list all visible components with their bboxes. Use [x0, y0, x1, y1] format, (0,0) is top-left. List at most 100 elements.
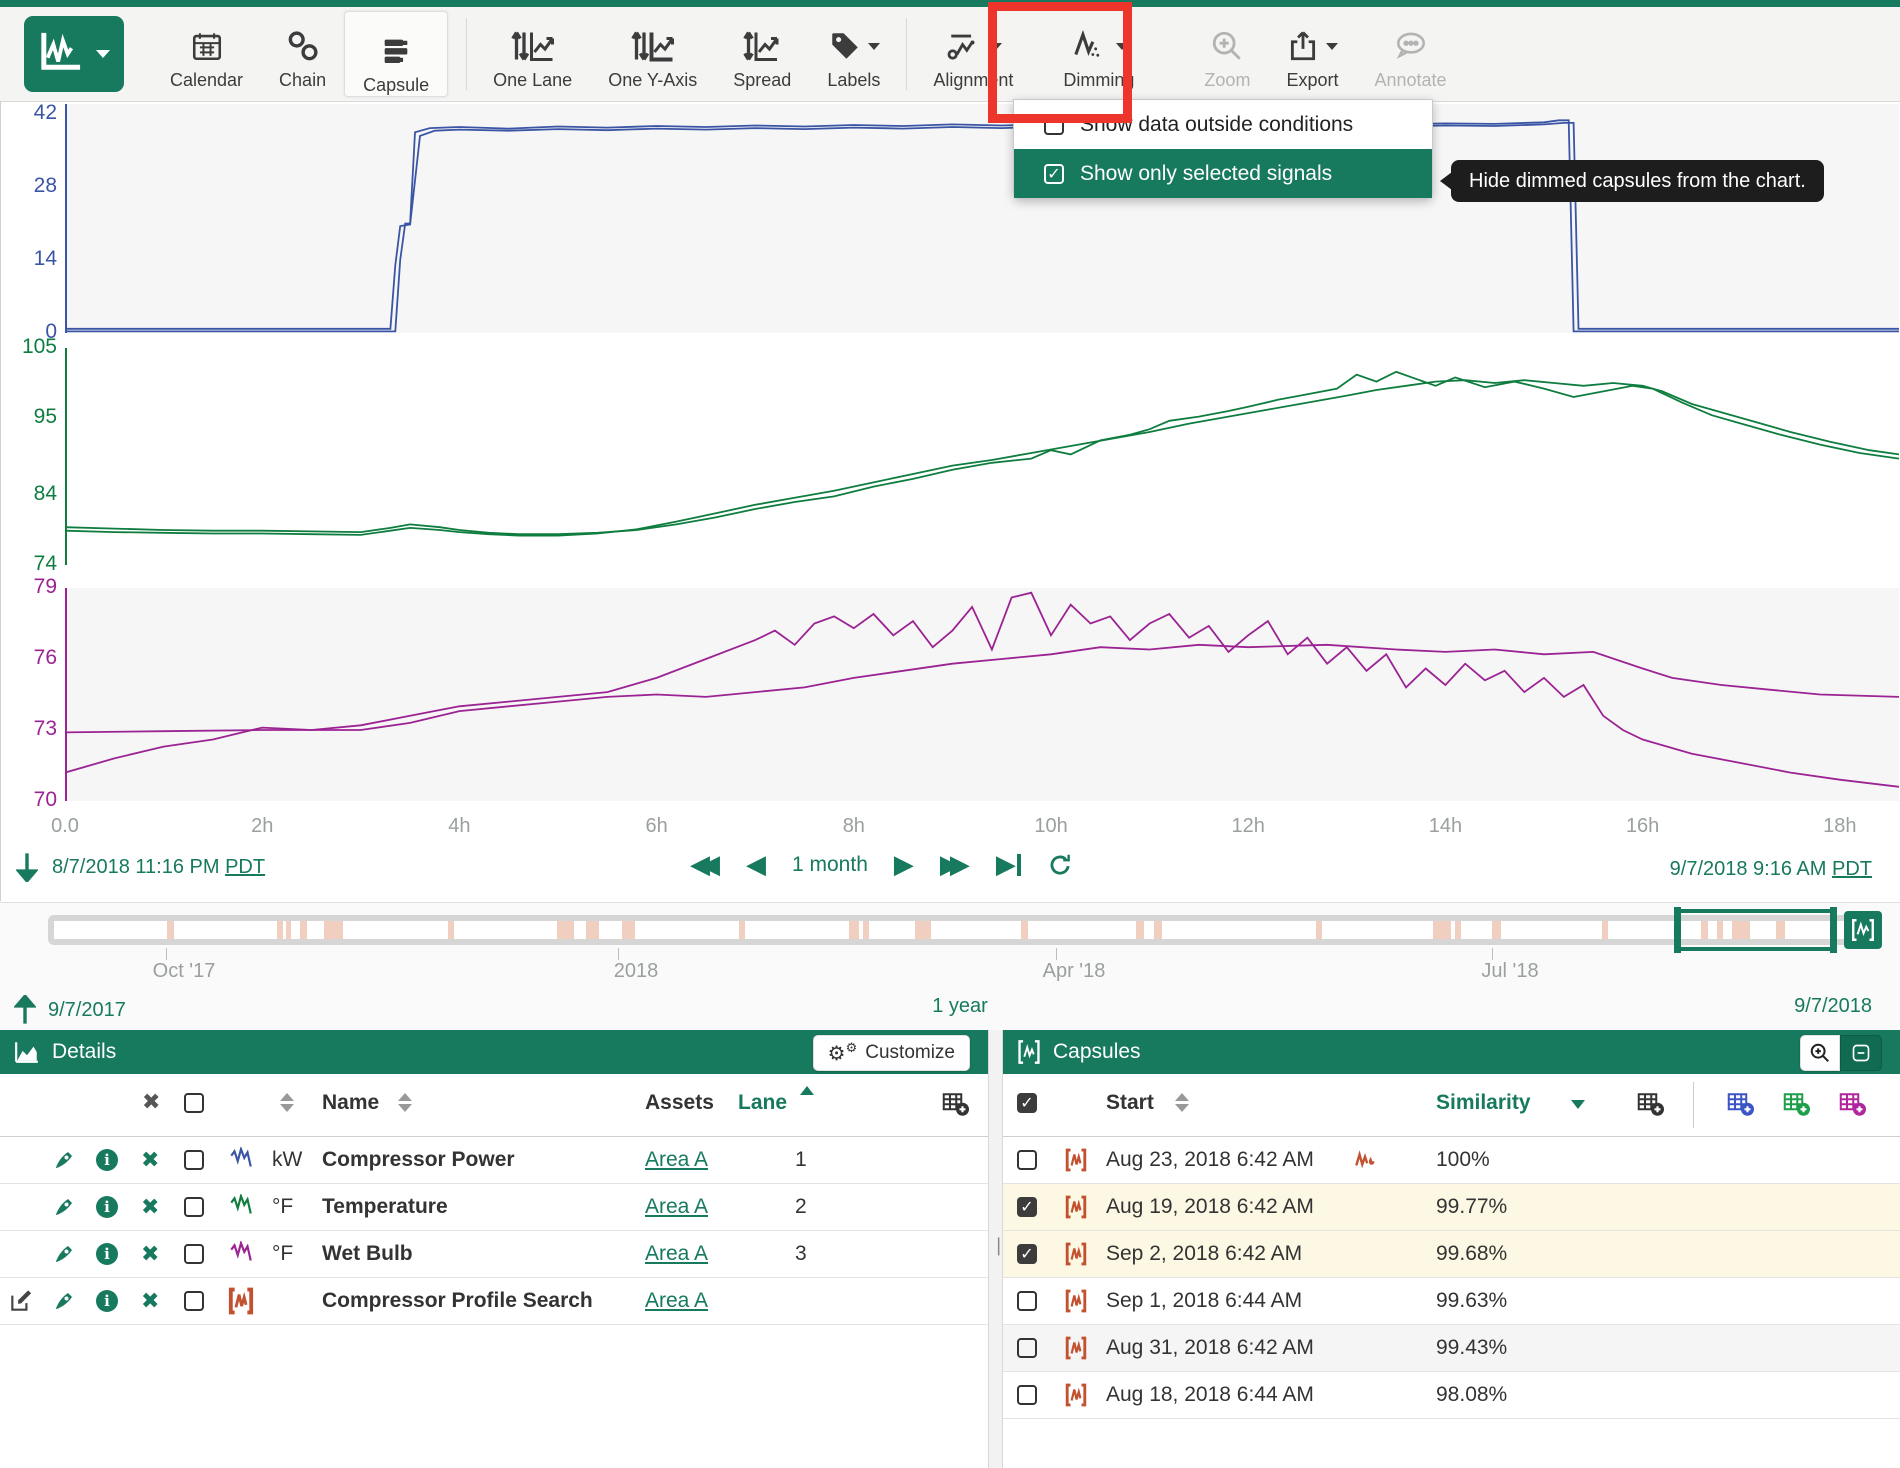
investigate-duration-label[interactable]: 1 year: [900, 995, 1020, 1018]
remove-icon[interactable]: ✖: [141, 1184, 159, 1230]
trend-jump-icon[interactable]: [52, 1137, 76, 1183]
column-name-label[interactable]: Name: [322, 1091, 379, 1115]
capsule-checkbox[interactable]: [1017, 1278, 1037, 1324]
step-back-button[interactable]: ◀: [746, 852, 766, 878]
checked-checkbox[interactable]: ✓: [1044, 164, 1064, 184]
row-checkbox[interactable]: [184, 1137, 204, 1183]
row-checkbox[interactable]: [184, 1231, 204, 1277]
capsule-row-2[interactable]: ✓Aug 19, 2018 6:42 AM99.77%: [1003, 1184, 1900, 1231]
item-name[interactable]: Wet Bulb: [322, 1231, 413, 1277]
asset-link[interactable]: Area A: [645, 1278, 708, 1324]
info-icon[interactable]: i: [96, 1278, 118, 1324]
step-to-end-button[interactable]: ▶: [996, 852, 1021, 878]
item-name[interactable]: Temperature: [322, 1184, 448, 1230]
display-range-selector[interactable]: [1674, 909, 1837, 951]
asset-link[interactable]: Area A: [645, 1184, 708, 1230]
investigate-end-date[interactable]: 9/7/2018: [1794, 995, 1872, 1018]
chart-lane-1[interactable]: [65, 104, 1899, 333]
column-start-label[interactable]: Start: [1106, 1091, 1154, 1115]
trend-chart[interactable]: 4228140105958474797673700.02h4h6h8h10h12…: [0, 101, 1900, 901]
capsule-checkbox[interactable]: [1017, 1137, 1037, 1183]
toolbar-calendar-button[interactable]: Calendar: [152, 17, 261, 91]
panel-splitter[interactable]: ❘❘: [988, 1030, 1003, 1468]
capsule-row-4[interactable]: Sep 1, 2018 6:44 AM99.63%: [1003, 1278, 1900, 1325]
select-all-capsules-checkbox[interactable]: ✓: [1017, 1093, 1037, 1113]
display-end-timezone-link[interactable]: PDT: [1832, 858, 1872, 880]
capsule-row-5[interactable]: Aug 31, 2018 6:42 AM99.43%: [1003, 1325, 1900, 1372]
add-stats-column-magenta-icon[interactable]: [1837, 1088, 1867, 1124]
asset-link[interactable]: Area A: [645, 1137, 708, 1183]
remove-icon[interactable]: ✖: [141, 1231, 159, 1277]
column-similarity-label[interactable]: Similarity: [1436, 1091, 1531, 1115]
toolbar-export-button[interactable]: Export: [1268, 17, 1356, 91]
zoom-to-selection-button[interactable]: [1844, 911, 1882, 949]
details-row-2[interactable]: i✖°FTemperatureArea A2: [0, 1184, 988, 1231]
add-stats-column-blue-icon[interactable]: [1725, 1088, 1755, 1124]
remove-icon[interactable]: ✖: [141, 1137, 159, 1183]
investigate-timeline-track[interactable]: [48, 915, 1858, 945]
capsule-zoom-toggle-button[interactable]: [1800, 1035, 1840, 1071]
remove-icon[interactable]: ✖: [141, 1278, 159, 1324]
unchecked-checkbox[interactable]: [1044, 115, 1064, 135]
customize-button[interactable]: ⚙⚙ Customize: [813, 1035, 970, 1071]
sort-icon[interactable]: [398, 1093, 412, 1112]
menu-item-show-data-outside-conditions[interactable]: Show data outside conditions: [1014, 100, 1432, 149]
menu-item-show-only-selected-signals[interactable]: ✓ Show only selected signals: [1014, 149, 1432, 198]
display-start-date[interactable]: 8/7/2018 11:16 PM: [52, 856, 220, 878]
add-column-icon[interactable]: [940, 1088, 970, 1124]
capsule-row-3[interactable]: ✓Sep 2, 2018 6:42 AM99.68%: [1003, 1231, 1900, 1278]
info-icon[interactable]: i: [96, 1184, 118, 1230]
row-checkbox[interactable]: [184, 1184, 204, 1230]
info-icon[interactable]: i: [96, 1137, 118, 1183]
select-all-checkbox[interactable]: [184, 1093, 204, 1113]
toolbar-chain-button[interactable]: Chain: [261, 17, 344, 91]
capsule-checkbox[interactable]: ✓: [1017, 1184, 1037, 1230]
trend-jump-icon[interactable]: [52, 1278, 76, 1324]
toolbar-annotate-button[interactable]: Annotate: [1356, 17, 1464, 91]
item-name[interactable]: Compressor Profile Search: [322, 1278, 593, 1324]
toolbar-alignment-button[interactable]: Alignment: [915, 17, 1031, 91]
chart-lane-3[interactable]: [65, 588, 1899, 801]
display-end-date[interactable]: 9/7/2018 9:16 AM: [1670, 858, 1827, 880]
capsule-collapse-button[interactable]: [1840, 1035, 1882, 1071]
add-column-icon[interactable]: [1635, 1088, 1665, 1124]
step-forward-fast-button[interactable]: ▶▶: [940, 852, 970, 878]
trend-view-button[interactable]: [24, 16, 124, 92]
trend-jump-icon[interactable]: [52, 1231, 76, 1277]
details-row-3[interactable]: i✖°FWet BulbArea A3: [0, 1231, 988, 1278]
toolbar-labels-button[interactable]: Labels: [809, 17, 898, 91]
chart-lane-2[interactable]: [65, 348, 1899, 565]
refresh-icon[interactable]: [1047, 852, 1073, 878]
edit-icon[interactable]: [8, 1278, 34, 1324]
add-stats-column-green-icon[interactable]: [1781, 1088, 1811, 1124]
selector-right-handle[interactable]: [1830, 907, 1837, 953]
toolbar-spread-button[interactable]: Spread: [715, 17, 809, 91]
toolbar-one-y-axis-button[interactable]: One Y-Axis: [590, 17, 715, 91]
column-lane-label[interactable]: Lane: [738, 1091, 787, 1115]
item-name[interactable]: Compressor Power: [322, 1137, 515, 1183]
investigate-start-date[interactable]: 9/7/2017: [48, 999, 126, 1022]
toolbar-zoom-button[interactable]: Zoom: [1186, 17, 1268, 91]
info-icon[interactable]: i: [96, 1231, 118, 1277]
toolbar-one-lane-button[interactable]: One Lane: [475, 17, 590, 91]
asset-link[interactable]: Area A: [645, 1231, 708, 1277]
capsule-checkbox[interactable]: [1017, 1372, 1037, 1418]
capsule-row-6[interactable]: Aug 18, 2018 6:44 AM98.08%: [1003, 1372, 1900, 1419]
toolbar-dimming-button[interactable]: Dimming: [1045, 17, 1152, 91]
selector-left-handle[interactable]: [1674, 907, 1681, 953]
step-duration-label[interactable]: 1 month: [792, 853, 868, 877]
trend-jump-icon[interactable]: [52, 1184, 76, 1230]
details-row-1[interactable]: i✖kWCompressor PowerArea A1: [0, 1137, 988, 1184]
details-row-4[interactable]: i ✖ Compressor Profile Search Area A: [0, 1278, 988, 1325]
row-checkbox[interactable]: [184, 1278, 204, 1324]
capsule-checkbox[interactable]: ✓: [1017, 1231, 1037, 1277]
sort-icon[interactable]: [280, 1093, 294, 1112]
capsule-checkbox[interactable]: [1017, 1325, 1037, 1371]
step-back-fast-button[interactable]: ◀◀: [690, 852, 720, 878]
display-start-timezone-link[interactable]: PDT: [225, 856, 265, 878]
capsule-row-1[interactable]: Aug 23, 2018 6:42 AM100%: [1003, 1137, 1900, 1184]
remove-all-icon[interactable]: ✖: [142, 1090, 160, 1115]
column-assets-label[interactable]: Assets: [645, 1091, 714, 1115]
step-forward-button[interactable]: ▶: [894, 852, 914, 878]
sort-icon[interactable]: [1175, 1093, 1189, 1112]
